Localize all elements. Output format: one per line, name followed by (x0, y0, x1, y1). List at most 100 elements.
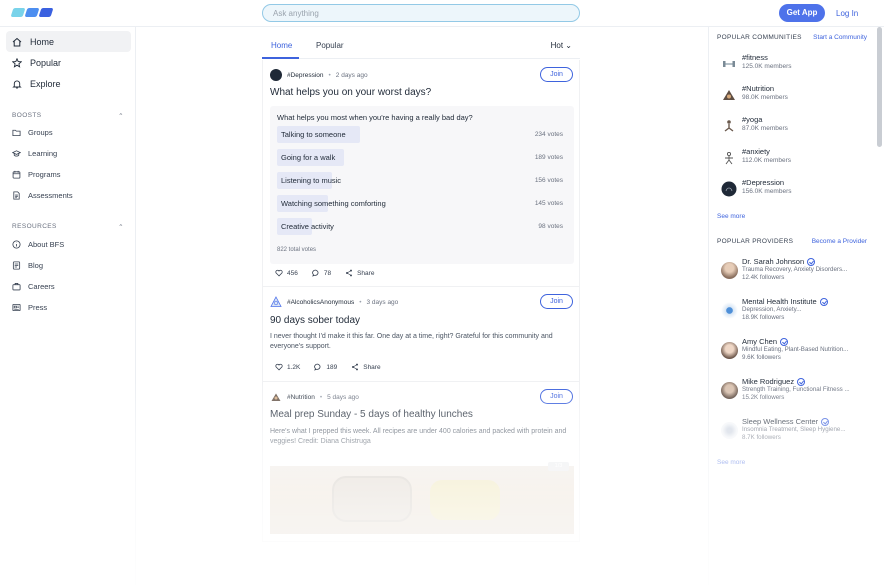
info-icon (12, 240, 21, 249)
get-app-button[interactable]: Get App (779, 4, 825, 22)
provider-name: Amy Chen (742, 337, 789, 346)
post-card[interactable]: #AlcoholicsAnonymous • 3 days ago Join 9… (262, 287, 580, 382)
share-button[interactable]: Share (351, 363, 381, 371)
brand-logo[interactable] (10, 8, 54, 17)
resources-section-header[interactable]: RESOURCES ⌃ (12, 223, 124, 231)
poll-option[interactable]: Watching something comforting 145 votes (277, 195, 567, 212)
provider-name: Sleep Wellness Center (742, 417, 830, 426)
poll-option-label: Talking to someone (281, 130, 346, 139)
tab-home[interactable]: Home (271, 41, 292, 50)
poll-option[interactable]: Creative activity 98 votes (277, 218, 567, 235)
see-more-communities-link[interactable]: See more (717, 213, 745, 220)
community-item[interactable]: #anxiety 112.0K members (721, 147, 871, 169)
login-link[interactable]: Log In (836, 9, 858, 18)
community-link[interactable]: #Depression (287, 72, 324, 79)
post-title[interactable]: What helps you on your worst days? (270, 87, 431, 98)
become-provider-link[interactable]: Become a Provider (812, 238, 867, 245)
scrollbar-thumb[interactable] (877, 27, 882, 147)
avatar (721, 302, 738, 319)
nav-label: Assessments (28, 191, 73, 200)
community-item[interactable]: #fitness 125.0K members (721, 53, 871, 75)
depression-community-avatar[interactable] (270, 69, 282, 81)
provider-item[interactable]: Sleep Wellness Center Insomnia Treatment… (721, 417, 873, 449)
anxiety-icon (725, 151, 733, 165)
post-time: 5 days ago (327, 393, 359, 401)
sort-dropdown[interactable]: Hot ⌄ (551, 41, 572, 50)
post-title[interactable]: 90 days sober today (270, 315, 360, 326)
provider-item[interactable]: Mike Rodriguez Strength Training, Functi… (721, 377, 873, 409)
resources-title: RESOURCES (12, 223, 57, 230)
providers-title: POPULAR PROVIDERS (717, 238, 794, 245)
nav-item-assessments[interactable]: Assessments (12, 191, 73, 200)
comment-button[interactable]: 189 (314, 363, 337, 371)
community-item[interactable]: #Nutrition 98.0K members (721, 84, 871, 106)
provider-followers: 9.6K followers (742, 354, 781, 361)
nav-item-learning[interactable]: Learning (12, 149, 57, 158)
nav-item-careers[interactable]: Careers (12, 282, 55, 291)
community-name: #Depression (742, 178, 785, 187)
nav-item-popular[interactable]: Popular (6, 52, 131, 73)
poll-option-label: Listening to music (281, 176, 342, 185)
join-button[interactable]: Join (540, 389, 573, 404)
meal-tray (332, 476, 412, 522)
comment-button[interactable]: 78 (312, 269, 331, 277)
post-card[interactable]: #Depression • 2 days ago Join What helps… (262, 60, 580, 287)
nav-item-programs[interactable]: Programs (12, 170, 61, 179)
nav-item-blog[interactable]: Blog (12, 261, 43, 270)
join-button[interactable]: Join (540, 294, 573, 309)
community-item[interactable]: #Depression 156.0K members (721, 178, 871, 200)
heart-icon (275, 363, 283, 371)
separator: • (359, 298, 362, 306)
tab-popular[interactable]: Popular (316, 41, 344, 50)
post-body: I never thought I'd make it this far. On… (270, 333, 553, 350)
dumbbell-icon (723, 61, 735, 67)
share-icon (346, 269, 353, 277)
provider-item[interactable]: Amy Chen Mindful Eating, Plant-Based Nut… (721, 337, 873, 369)
food-icon (723, 90, 735, 100)
graduation-cap-icon (12, 150, 21, 157)
verified-icon (807, 257, 816, 266)
see-more-providers-link[interactable]: See more (717, 459, 745, 466)
star-icon (12, 57, 22, 68)
top-bar: Ask anything Get App Log In (0, 0, 884, 27)
nav-item-home[interactable]: Home (6, 31, 131, 52)
nutrition-community-avatar[interactable] (270, 391, 282, 403)
start-community-link[interactable]: Start a Community (813, 34, 867, 41)
community-link[interactable]: #AlcoholicsAnonymous (287, 299, 354, 306)
search-input[interactable]: Ask anything (262, 4, 580, 22)
right-sidebar: POPULAR COMMUNITIES Start a Community #f… (708, 27, 876, 585)
nav-item-about[interactable]: About BFS (12, 240, 64, 249)
poll-option[interactable]: Talking to someone 234 votes (277, 126, 567, 143)
active-tab-indicator (262, 57, 299, 59)
bell-icon (12, 80, 22, 89)
poll-option-votes: 189 votes (534, 154, 563, 161)
poll-option[interactable]: Going for a walk 189 votes (277, 149, 567, 166)
like-button[interactable]: 456 (275, 269, 298, 277)
post-header: #Nutrition • 5 days ago (270, 391, 359, 403)
nav-label: Press (28, 303, 48, 312)
comment-count: 189 (326, 363, 338, 371)
community-name: #fitness (742, 53, 768, 62)
share-button[interactable]: Share (345, 269, 374, 277)
post-title[interactable]: Meal prep Sunday - 5 days of healthy lun… (270, 409, 473, 420)
poll-option[interactable]: Listening to music 156 votes (277, 172, 567, 189)
verified-icon (819, 297, 828, 306)
left-sidebar: Home Popular Explore BOOSTS ⌃ Groups Lea… (0, 27, 136, 585)
nav-item-groups[interactable]: Groups (12, 128, 53, 137)
community-link[interactable]: #Nutrition (287, 394, 315, 401)
provider-item[interactable]: Dr. Sarah Johnson Trauma Recovery, Anxie… (721, 257, 873, 289)
like-count: 1.2K (287, 363, 301, 371)
provider-item[interactable]: Mental Health Institute Depression, Anxi… (721, 297, 873, 329)
meal-prep-photo[interactable] (270, 466, 574, 534)
boosts-section-header[interactable]: BOOSTS ⌃ (12, 112, 124, 120)
post-card[interactable]: #Nutrition • 5 days ago Join Meal prep S… (262, 382, 580, 542)
nav-item-press[interactable]: Press (12, 303, 47, 312)
community-item[interactable]: #yoga 87.0K members (721, 115, 871, 137)
community-name: #Nutrition (742, 84, 775, 93)
alcoholics-anonymous-community-avatar[interactable] (270, 296, 282, 308)
nav-item-explore[interactable]: Explore (6, 73, 131, 94)
like-button[interactable]: 1.2K (275, 363, 300, 371)
provider-name: Mental Health Institute (742, 297, 828, 306)
post-actions: 456 78 Share (275, 269, 388, 277)
join-button[interactable]: Join (540, 67, 573, 82)
